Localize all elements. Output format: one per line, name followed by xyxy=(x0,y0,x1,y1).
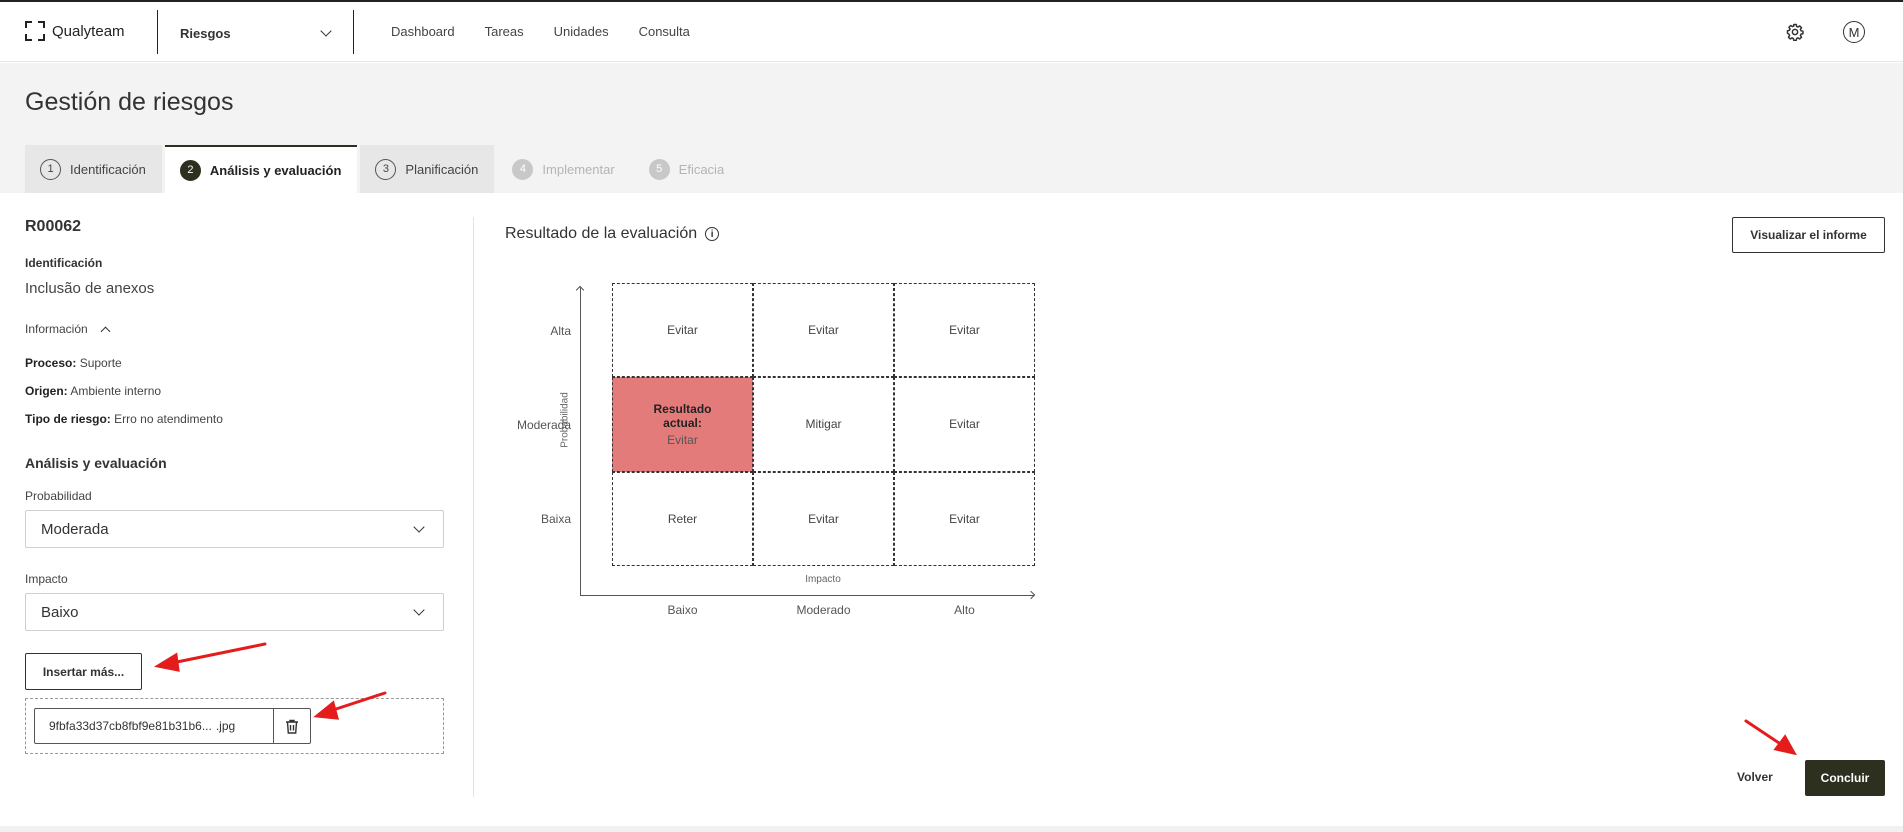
annotation-arrowhead xyxy=(1773,734,1797,756)
matrix-cell-current: Resultado actual: Evitar xyxy=(612,377,753,472)
process-value: Suporte xyxy=(79,356,122,370)
qualyteam-logo-icon xyxy=(25,21,45,41)
gear-icon[interactable] xyxy=(1786,23,1804,41)
insert-more-button[interactable]: Insertar más... xyxy=(25,653,142,690)
chevron-up-icon xyxy=(100,326,111,336)
module-select-label: Riesgos xyxy=(180,25,231,41)
matrix-cell: Mitigar xyxy=(753,377,894,472)
x-label-baixo: Baixo xyxy=(667,603,698,617)
result-title-text: Resultado de la evaluación xyxy=(505,225,698,242)
probability-value: Moderada xyxy=(41,520,109,538)
impact-select[interactable]: Baixo xyxy=(25,593,444,631)
annotation-arrow xyxy=(1744,719,1784,747)
identification-value: Inclusão de anexos xyxy=(25,280,155,297)
chevron-down-icon xyxy=(320,25,332,37)
step-identificacion[interactable]: 1 Identificación xyxy=(25,145,162,193)
logo[interactable]: Qualyteam xyxy=(25,21,125,41)
result-title: Resultado de la evaluación i xyxy=(505,225,720,243)
x-axis xyxy=(580,595,1034,596)
x-axis-title: Impacto xyxy=(805,574,841,585)
step-implementar: 4 Implementar xyxy=(497,145,630,193)
step-number: 2 xyxy=(179,159,201,181)
probability-select[interactable]: Moderada xyxy=(25,510,444,548)
delete-attachment-button[interactable] xyxy=(273,708,311,744)
logo-text: Qualyteam xyxy=(52,22,125,40)
view-report-button[interactable]: Visualizar el informe xyxy=(1732,217,1885,253)
matrix-cell: Evitar xyxy=(894,471,1035,566)
current-result-label: Resultado actual: xyxy=(653,401,712,430)
step-number: 5 xyxy=(648,158,670,180)
nav-dashboard[interactable]: Dashboard xyxy=(391,24,455,39)
risk-matrix: Evitar Evitar Evitar Resultado actual: E… xyxy=(612,283,1035,566)
attachment-file-name: 9fbfa33d37cb8fbf9e81b31b6... xyxy=(49,719,212,733)
info-toggle-label: Información xyxy=(25,322,88,336)
risk-type-row: Tipo de riesgo: Erro no atendimento xyxy=(25,412,223,426)
risk-type-label: Tipo de riesgo: xyxy=(25,412,111,426)
info-icon[interactable]: i xyxy=(705,227,720,241)
module-select[interactable]: Riesgos xyxy=(180,22,332,44)
info-toggle[interactable]: Información xyxy=(25,322,111,336)
bottom-band xyxy=(0,826,1903,832)
top-nav: Dashboard Tareas Unidades Consulta xyxy=(391,24,720,39)
x-label-alto: Alto xyxy=(954,603,975,617)
annotation-arrowhead xyxy=(153,652,180,672)
step-label: Análisis y evaluación xyxy=(209,162,342,178)
chevron-down-icon xyxy=(413,521,425,533)
user-avatar[interactable]: M xyxy=(1843,21,1865,43)
step-analisis[interactable]: 2 Análisis y evaluación xyxy=(164,145,358,193)
nav-consulta[interactable]: Consulta xyxy=(639,24,690,39)
risk-code: R00062 xyxy=(25,218,82,235)
analysis-section-title: Análisis y evaluación xyxy=(25,455,167,471)
impact-label: Impacto xyxy=(25,572,68,586)
page-title: Gestión de riesgos xyxy=(25,88,234,116)
matrix-cell: Evitar xyxy=(753,471,894,566)
identification-label: Identificación xyxy=(25,256,103,270)
step-label: Implementar xyxy=(542,161,615,177)
chevron-down-icon xyxy=(413,604,425,616)
matrix-cell: Evitar xyxy=(894,377,1035,472)
attachment-file[interactable]: 9fbfa33d37cb8fbf9e81b31b6... .jpg xyxy=(34,708,274,744)
annotation-arrow xyxy=(170,642,267,665)
origin-label: Origen: xyxy=(25,384,68,398)
step-eficacia: 5 Eficacia xyxy=(634,145,741,193)
matrix-cell: Reter xyxy=(612,471,753,566)
step-number: 1 xyxy=(40,158,61,180)
step-planificacion[interactable]: 3 Planificación xyxy=(360,145,495,193)
matrix-cell: Evitar xyxy=(894,283,1035,378)
nav-tareas[interactable]: Tareas xyxy=(485,24,524,39)
finish-button[interactable]: Concluir xyxy=(1805,760,1885,796)
step-label: Planificación xyxy=(405,161,479,177)
y-label-alta: Alta xyxy=(550,324,571,338)
matrix-cell: Evitar xyxy=(612,283,753,378)
back-button[interactable]: Volver xyxy=(1737,770,1773,784)
risk-type-value: Erro no atendimento xyxy=(114,412,223,426)
trash-icon xyxy=(286,719,298,734)
process-label: Proceso: xyxy=(25,356,77,370)
step-number: 4 xyxy=(512,158,534,180)
y-label-moderada: Moderada xyxy=(516,418,571,432)
origin-value: Ambiente interno xyxy=(70,384,162,398)
origin-row: Origen: Ambiente interno xyxy=(25,384,161,398)
y-axis xyxy=(580,287,581,595)
attachment-file-ext: .jpg xyxy=(215,719,236,733)
nav-unidades[interactable]: Unidades xyxy=(554,24,609,39)
current-result-value: Evitar xyxy=(667,432,698,447)
matrix-cell: Evitar xyxy=(753,283,894,378)
step-label: Identificación xyxy=(70,161,146,177)
header-divider xyxy=(157,10,158,54)
impact-value: Baixo xyxy=(41,603,79,621)
stepper: 1 Identificación 2 Análisis y evaluación… xyxy=(25,145,743,193)
step-number: 3 xyxy=(375,158,397,180)
x-label-moderado: Moderado xyxy=(796,603,851,617)
y-label-baixa: Baixa xyxy=(540,512,571,526)
process-row: Proceso: Suporte xyxy=(25,356,122,370)
panel-divider xyxy=(473,217,474,797)
step-label: Eficacia xyxy=(678,161,725,177)
probability-label: Probabilidad xyxy=(25,489,92,503)
header-divider xyxy=(353,10,354,54)
